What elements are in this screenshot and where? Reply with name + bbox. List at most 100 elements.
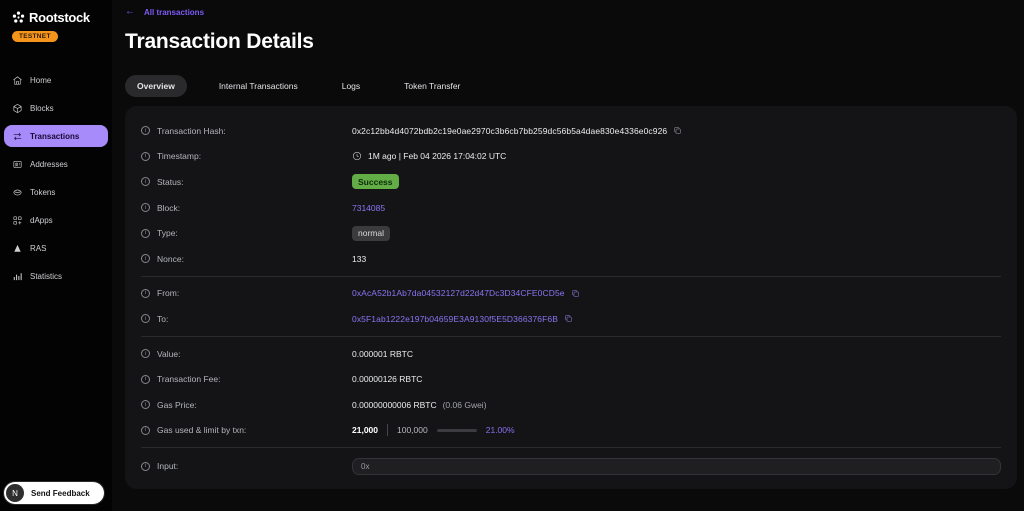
field-label: Gas used & limit by txn: [157, 425, 247, 436]
from-address-link[interactable]: 0xAcA52b1Ab7da04532127d22d47Dc3D34CFE0CD… [352, 288, 565, 298]
sidebar-item-label: Home [30, 75, 52, 85]
home-icon [13, 75, 22, 84]
field-label: Transaction Hash: [157, 125, 226, 136]
input-data-field[interactable]: 0x [352, 457, 1001, 475]
sidebar-item-label: Statistics [30, 271, 63, 281]
row-input: i Input: 0x [141, 452, 1001, 480]
back-arrow-icon: ← [125, 6, 135, 17]
row-type: i Type: normal [141, 220, 1001, 246]
divider [141, 275, 1001, 277]
sidebar-item-transactions[interactable]: Transactions [4, 125, 108, 147]
tab-bar: Overview Internal Transactions Logs Toke… [125, 75, 1017, 97]
tab-token-transfer[interactable]: Token Transfer [392, 75, 472, 97]
tab-internal-transactions[interactable]: Internal Transactions [207, 75, 310, 97]
row-block: i Block: 7314085 [141, 195, 1001, 221]
info-icon: i [141, 314, 150, 324]
sidebar-item-label: Transactions [30, 131, 80, 141]
breadcrumb-all-transactions[interactable]: ← All transactions [125, 4, 1017, 17]
statistics-icon [13, 272, 22, 280]
breadcrumb-label: All transactions [144, 7, 205, 17]
sidebar-item-blocks[interactable]: Blocks [4, 97, 108, 119]
tokens-icon [13, 189, 22, 195]
addresses-icon [13, 160, 22, 168]
block-number-link[interactable]: 7314085 [352, 203, 385, 213]
row-timestamp: i Timestamp: 1M ago | Feb 04 2026 17:04:0… [141, 144, 1001, 170]
status-badge: Success [352, 174, 399, 190]
tab-logs[interactable]: Logs [330, 75, 372, 97]
sidebar-item-ras[interactable]: RAS [4, 237, 108, 259]
gas-percent: 21.00% [485, 425, 515, 436]
brand-name: Rootstock [29, 10, 90, 25]
info-icon: i [141, 288, 150, 298]
field-label: Value: [157, 348, 181, 359]
info-icon: i [141, 126, 150, 136]
info-icon: i [141, 151, 150, 161]
sidebar-item-label: Blocks [30, 103, 54, 113]
to-address-link[interactable]: 0x5F1ab1222e197b04659E3A9130f5E5D366376F… [352, 314, 558, 324]
row-to: i To: 0x5F1ab1222e197b04659E3A9130f5E5D36… [141, 306, 1001, 332]
page-title: Transaction Details [125, 30, 314, 53]
info-icon: i [141, 461, 150, 471]
sidebar-item-label: Addresses [30, 159, 68, 169]
ras-icon [14, 244, 21, 252]
info-icon: i [141, 374, 150, 384]
rootstock-logo-icon [12, 11, 25, 23]
field-label: To: [157, 313, 169, 324]
vertical-separator [387, 424, 388, 437]
gas-limit-value: 100,000 [397, 425, 428, 436]
value-amount: 0.000001 RBTC [352, 348, 413, 359]
info-icon: i [141, 228, 150, 238]
sidebar-item-home[interactable]: Home [4, 69, 108, 91]
sidebar-item-label: Tokens [30, 187, 56, 197]
timestamp-value: 1M ago | Feb 04 2026 17:04:02 UTC [368, 151, 507, 162]
send-feedback-button[interactable]: N Send Feedback [4, 482, 104, 504]
testnet-badge: TESTNET [12, 31, 58, 42]
field-label: Gas Price: [157, 399, 197, 410]
copy-icon[interactable] [571, 289, 580, 298]
field-label: Type: [157, 228, 178, 239]
row-status: i Status: Success [141, 169, 1001, 195]
main-content: ← All transactions Transaction Details O… [112, 0, 1024, 511]
field-label: Status: [157, 176, 184, 187]
row-value: i Value: 0.000001 RBTC [141, 341, 1001, 367]
field-label: Block: [157, 202, 181, 213]
sidebar-item-statistics[interactable]: Statistics [4, 265, 108, 287]
feedback-label: Send Feedback [31, 488, 90, 498]
field-label: Nonce: [157, 253, 184, 264]
sidebar-item-label: RAS [30, 243, 47, 253]
row-transaction-fee: i Transaction Fee: 0.00000126 RBTC [141, 366, 1001, 392]
divider [141, 335, 1001, 337]
field-label: Timestamp: [157, 151, 202, 162]
gas-used-value: 21,000 [352, 425, 378, 436]
transaction-hash-value: 0x2c12bb4d4072bdb2c19e0ae2970c3b6cb7bb25… [352, 125, 668, 136]
field-label: Input: [157, 461, 179, 472]
blocks-icon [13, 103, 22, 113]
sidebar-item-addresses[interactable]: Addresses [4, 153, 108, 175]
info-icon: i [141, 425, 150, 435]
sidebar-nav: Home Blocks Transactions Addresses Token… [0, 69, 112, 287]
clock-icon [352, 151, 362, 161]
dapps-icon [13, 216, 22, 224]
copy-icon[interactable] [673, 126, 682, 135]
type-badge: normal [352, 225, 390, 241]
sidebar-item-tokens[interactable]: Tokens [4, 181, 108, 203]
info-icon: i [141, 254, 150, 264]
sidebar: Rootstock TESTNET Home Blocks Transactio… [0, 0, 112, 511]
fee-amount: 0.00000126 RBTC [352, 374, 423, 385]
sidebar-item-label: dApps [30, 215, 53, 225]
gas-price-amount: 0.00000000006 RBTC [352, 399, 437, 410]
transaction-details-panel: i Transaction Hash: 0x2c12bb4d4072bdb2c19… [125, 106, 1017, 489]
row-nonce: i Nonce: 133 [141, 246, 1001, 272]
feedback-avatar: N [6, 484, 24, 502]
info-icon: i [141, 203, 150, 213]
field-label: From: [157, 288, 180, 299]
copy-icon[interactable] [564, 314, 573, 323]
transactions-icon [13, 132, 22, 140]
brand: Rootstock TESTNET [0, 0, 112, 43]
field-label: Transaction Fee: [157, 374, 221, 385]
row-gas-price: i Gas Price: 0.00000000006 RBTC (0.06 Gwe… [141, 392, 1001, 418]
row-transaction-hash: i Transaction Hash: 0x2c12bb4d4072bdb2c19… [141, 118, 1001, 144]
tab-overview[interactable]: Overview [125, 75, 187, 97]
sidebar-item-dapps[interactable]: dApps [4, 209, 108, 231]
row-from: i From: 0xAcA52b1Ab7da04532127d22d47Dc3D3… [141, 281, 1001, 307]
